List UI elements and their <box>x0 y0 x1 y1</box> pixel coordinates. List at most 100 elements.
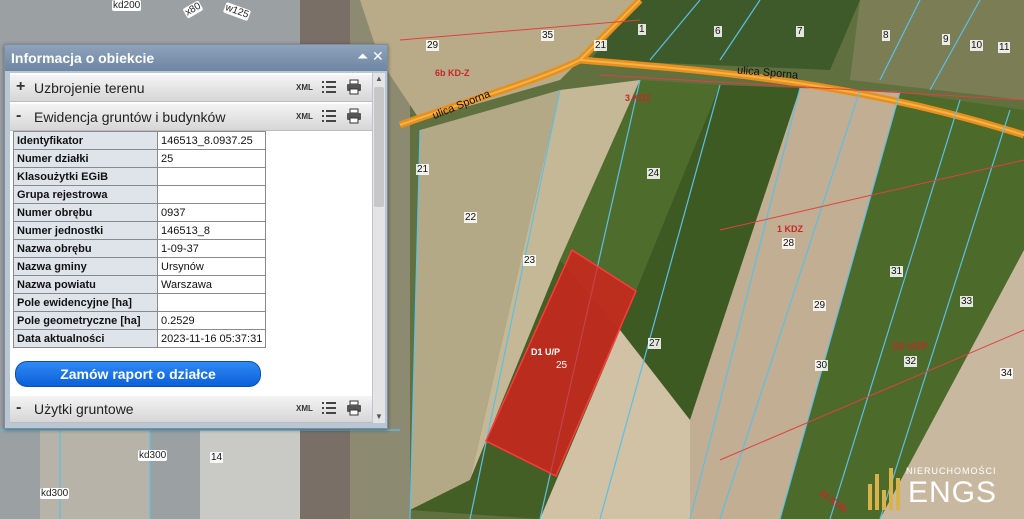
list-icon[interactable] <box>322 109 336 123</box>
attribute-key: Data aktualności <box>13 329 158 348</box>
parcel-label: 10 <box>970 40 984 51</box>
minimize-icon[interactable]: ⏶ <box>357 49 368 63</box>
section-label[interactable]: Uzbrojenie terenu <box>34 80 145 96</box>
parcel-label: 27 <box>648 338 662 349</box>
scroll-down-icon[interactable]: ▼ <box>373 411 385 423</box>
attribute-row: Nazwa powiatu Warszawa <box>13 275 267 294</box>
section-label[interactable]: Ewidencja gruntów i budynków <box>34 109 225 125</box>
parcel-label: 33 <box>960 296 974 307</box>
logo-title: ENGS <box>908 476 998 509</box>
attribute-value: 1-09-37 <box>156 239 267 258</box>
attribute-row: Numer jednostki 146513_8 <box>13 221 267 240</box>
rail-label: kd200 <box>112 0 142 11</box>
close-icon[interactable]: ✕ <box>372 49 384 63</box>
engs-logo: NIERUCHOMOŚCI ENGS <box>866 462 1022 516</box>
parcel-label: 11 <box>998 42 1011 53</box>
attribute-key: Nazwa obrębu <box>13 239 158 258</box>
attribute-key: Klasoużytki EGiB <box>13 167 158 186</box>
xml-export-button[interactable]: XML <box>296 404 313 413</box>
attribute-value: Warszawa <box>156 275 267 294</box>
attribute-value: 146513_8.0937.25 <box>156 131 267 150</box>
attribute-value: Ursynów <box>156 257 267 276</box>
section-uzytki[interactable]: - Użytki gruntowe XML <box>10 396 372 423</box>
attribute-key: Nazwa powiatu <box>13 275 158 294</box>
attribute-key: Pole geometryczne [ha] <box>13 311 158 330</box>
attributes-table: Identyfikator 146513_8.0937.25 Numer dział… <box>13 131 267 348</box>
attribute-value <box>156 185 267 204</box>
panel-title-bar[interactable]: Informacja o obiekcie ⏶ ✕ <box>5 45 387 71</box>
list-icon[interactable] <box>322 80 336 94</box>
attribute-key: Nazwa gminy <box>13 257 158 276</box>
scrollbar-thumb[interactable] <box>374 87 384 207</box>
attribute-key: Grupa rejestrowa <box>13 185 158 204</box>
attribute-value: 0937 <box>156 203 267 222</box>
order-report-button[interactable]: Zamów raport o działce <box>15 361 261 387</box>
print-icon[interactable] <box>346 108 362 124</box>
attribute-row: Klasoużytki EGiB <box>13 167 267 186</box>
parcel-label: 35 <box>541 30 555 41</box>
zone-label: 3 KDZ <box>625 93 652 103</box>
print-icon[interactable] <box>346 400 362 416</box>
object-info-panel[interactable]: Informacja o obiekcie ⏶ ✕ + Uzbrojenie t… <box>4 44 388 429</box>
attribute-row: Identyfikator 146513_8.0937.25 <box>13 131 267 150</box>
attribute-value: 25 <box>156 149 267 168</box>
parcel-label: 6 <box>714 26 722 37</box>
collapse-icon[interactable]: - <box>16 108 21 124</box>
parcel-label: 8 <box>882 30 890 41</box>
list-icon[interactable] <box>322 401 336 415</box>
attribute-key: Numer działki <box>13 149 158 168</box>
zone-label: 6b KD-Z <box>435 68 470 78</box>
attribute-key: Pole ewidencyjne [ha] <box>13 293 158 312</box>
parcel-label: 32 <box>904 356 918 367</box>
parcel-label: 1 <box>638 24 646 35</box>
parcel-label: 24 <box>647 168 661 179</box>
parcel-label: 14 <box>210 452 224 463</box>
attribute-row: Grupa rejestrowa <box>13 185 267 204</box>
section-label[interactable]: Użytki gruntowe <box>34 401 134 417</box>
parcel-label: 29 <box>813 300 827 311</box>
attribute-value: 2023-11-16 05:37:31 <box>156 329 267 348</box>
parcel-label: 28 <box>782 238 796 249</box>
attribute-value <box>156 167 267 186</box>
attribute-row: Numer obrębu 0937 <box>13 203 267 222</box>
section-ewidencja[interactable]: - Ewidencja gruntów i budynków XML <box>10 104 372 131</box>
parcel-label: 21 <box>416 164 430 175</box>
xml-export-button[interactable]: XML <box>296 83 313 92</box>
parcel-label: 22 <box>464 212 478 223</box>
print-icon[interactable] <box>346 79 362 95</box>
attribute-value <box>156 293 267 312</box>
zone-label: D2 U/ZP <box>893 341 928 351</box>
xml-export-button[interactable]: XML <box>296 112 313 121</box>
attribute-key: Identyfikator <box>13 131 158 150</box>
collapse-icon[interactable]: - <box>16 400 21 416</box>
panel-scrollbar[interactable]: ▲ ▼ <box>373 73 385 423</box>
parcel-label: 34 <box>1000 368 1014 379</box>
logo-subtitle: NIERUCHOMOŚCI <box>906 466 997 476</box>
attribute-key: Numer obrębu <box>13 203 158 222</box>
attribute-row: Nazwa gminy Ursynów <box>13 257 267 276</box>
parcel-label: 29 <box>426 40 440 51</box>
parcel-label: 7 <box>796 26 804 37</box>
parcel-label: 23 <box>523 255 537 266</box>
attribute-key: Numer jednostki <box>13 221 158 240</box>
zone-label: D1 U/P <box>531 347 561 357</box>
parcel-label: 21 <box>594 40 608 51</box>
attribute-value: 146513_8 <box>156 221 267 240</box>
attribute-value: 0.2529 <box>156 311 267 330</box>
attribute-row: Pole geometryczne [ha] 0.2529 <box>13 311 267 330</box>
panel-title: Informacja o obiekcie <box>11 50 155 66</box>
expand-icon[interactable]: + <box>16 79 25 95</box>
scroll-up-icon[interactable]: ▲ <box>373 73 385 85</box>
panel-body: + Uzbrojenie terenu XML - Ewidencja grun… <box>10 73 372 423</box>
parcel-label: 31 <box>890 266 904 277</box>
attribute-row: Pole ewidencyjne [ha] <box>13 293 267 312</box>
section-uzbrojenie[interactable]: + Uzbrojenie terenu XML <box>10 75 372 102</box>
parcel-label: 30 <box>815 360 829 371</box>
attribute-row: Nazwa obrębu 1-09-37 <box>13 239 267 258</box>
parcel-label: 9 <box>942 34 950 45</box>
rail-label: kd300 <box>40 488 70 499</box>
rail-label: kd300 <box>138 450 168 461</box>
attribute-row: Data aktualności 2023-11-16 05:37:31 <box>13 329 267 348</box>
logo-bars-icon <box>868 468 900 510</box>
attribute-row: Numer działki 25 <box>13 149 267 168</box>
